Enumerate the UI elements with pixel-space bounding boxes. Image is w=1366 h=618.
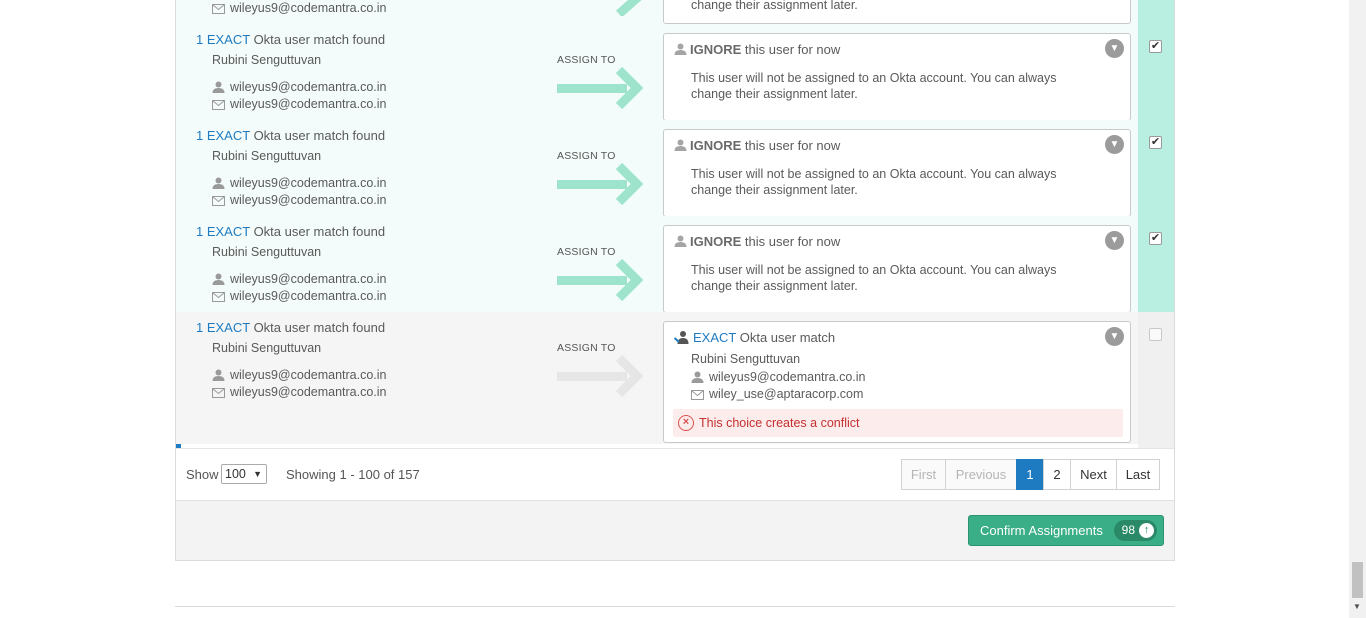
pagination-bar: Show 100 ▼ Showing 1 - 100 of 157 First P… [176,448,1174,500]
user-icon [212,273,225,288]
email-line: wileyus9@codemantra.co.in [212,1,387,17]
email-line: wileyus9@codemantra.co.in [212,385,387,401]
checkbox-column [1138,0,1174,24]
app-user-name: Rubini Senguttuvan [212,53,322,67]
card-description: This user will not be assigned to an Okt… [691,263,1057,293]
match-summary: 1 EXACT Okta user match found [196,224,386,239]
table-row: 1 EXACT Okta user match found Rubini Sen… [176,216,1174,313]
next-page-button[interactable]: Next [1070,459,1117,490]
user-icon [212,369,225,384]
match-summary: 1 EXACT Okta user match found [196,32,386,47]
previous-page-button[interactable]: Previous [945,459,1017,490]
match-summary: 1 EXACT Okta user match found [196,128,386,143]
username-line: wileyus9@codemantra.co.in [212,272,387,288]
first-page-button[interactable]: First [901,459,946,490]
assignment-card: change their assignment later. [663,0,1131,24]
email-line: wileyus9@codemantra.co.in [212,193,387,209]
envelope-icon [691,389,704,403]
page-size-select[interactable]: 100 ▼ [221,464,267,484]
card-title: EXACT Okta user match [673,330,835,345]
okta-username-line: wileyus9@codemantra.co.in [691,370,866,386]
confirm-count-badge: 98 ↑ [1113,520,1157,541]
dropdown-arrow-icon: ▼ [253,469,262,479]
app-user-name: Rubini Senguttuvan [212,341,322,355]
chevron-down-icon[interactable]: ▼ [1105,327,1124,346]
pager: First Previous 1 2 Next Last [901,459,1160,490]
okta-user-name: Rubini Senguttuvan [691,352,801,366]
conflict-alert: × This choice creates a conflict [673,409,1123,437]
show-label: Show [186,467,219,482]
app-user-name: Rubini Senguttuvan [212,149,322,163]
chevron-down-icon[interactable]: ▼ [1105,135,1124,154]
assign-arrow-icon [557,162,644,206]
user-icon [212,177,225,192]
username-line: wileyus9@codemantra.co.in [212,176,387,192]
checkbox-column [1138,120,1174,216]
assignment-panel: wileyus9@codemantra.co.in change their a… [175,0,1175,561]
last-page-button[interactable]: Last [1116,459,1160,490]
confirm-assignments-button[interactable]: Confirm Assignments 98 ↑ [968,515,1164,546]
card-description: This user will not be assigned to an Okt… [691,71,1057,101]
divider [175,606,1175,607]
card-title: IGNORE this user for now [674,138,840,153]
envelope-icon [212,195,225,209]
assign-arrow-icon [557,354,644,398]
user-sync-icon [673,330,693,345]
chevron-down-icon[interactable]: ▼ [1105,39,1124,58]
user-icon [674,138,690,153]
card-title: IGNORE this user for now [674,42,840,57]
table-row: 1 EXACT Okta user match found Rubini Sen… [176,120,1174,217]
user-icon [674,234,690,249]
error-icon: × [678,415,694,431]
email-line: wileyus9@codemantra.co.in [212,289,387,305]
okta-email-line: wiley_use@aptaracorp.com [691,387,863,403]
envelope-icon [212,99,225,113]
table-row-partial: wileyus9@codemantra.co.in change their a… [176,0,1174,24]
table-row: 1 EXACT Okta user match found Rubini Sen… [176,24,1174,121]
user-icon [212,81,225,96]
assign-arrow-icon [557,66,644,110]
envelope-icon [212,387,225,401]
vertical-scrollbar[interactable]: ▼ [1349,0,1366,618]
match-summary: 1 EXACT Okta user match found [196,320,386,335]
footer-bar: Confirm Assignments 98 ↑ [176,500,1174,560]
user-icon [691,371,704,386]
showing-count: Showing 1 - 100 of 157 [286,467,420,482]
envelope-icon [212,291,225,305]
assign-arrow-icon [616,0,642,16]
row-checkbox[interactable] [1149,328,1162,341]
assign-arrow-icon [557,258,644,302]
assignment-card[interactable]: EXACT Okta user match ▼ Rubini Senguttuv… [663,321,1131,443]
row-checkbox[interactable]: ✔ [1149,136,1162,149]
page-1-button[interactable]: 1 [1016,459,1044,490]
row-checkbox[interactable]: ✔ [1149,40,1162,53]
row-checkbox[interactable]: ✔ [1149,232,1162,245]
table-row-conflict: 1 EXACT Okta user match found Rubini Sen… [176,312,1174,448]
assignment-card[interactable]: IGNORE this user for now ▼ This user wil… [663,33,1131,121]
user-icon [674,42,690,57]
assignment-card[interactable]: IGNORE this user for now ▼ This user wil… [663,225,1131,313]
checkbox-column [1138,24,1174,120]
checkbox-column [1138,216,1174,312]
card-title: IGNORE this user for now [674,234,840,249]
card-description: This user will not be assigned to an Okt… [691,167,1057,197]
app-user-name: Rubini Senguttuvan [212,245,322,259]
username-line: wileyus9@codemantra.co.in [212,80,387,96]
username-line: wileyus9@codemantra.co.in [212,368,387,384]
scroll-down-arrow-icon[interactable]: ▼ [1353,602,1361,611]
envelope-icon [212,3,225,17]
chevron-down-icon[interactable]: ▼ [1105,231,1124,250]
email-line: wileyus9@codemantra.co.in [212,97,387,113]
page-2-button[interactable]: 2 [1043,459,1071,490]
arrow-up-icon: ↑ [1139,523,1154,538]
assignment-card[interactable]: IGNORE this user for now ▼ This user wil… [663,129,1131,217]
scrollbar-thumb[interactable] [1352,562,1363,598]
